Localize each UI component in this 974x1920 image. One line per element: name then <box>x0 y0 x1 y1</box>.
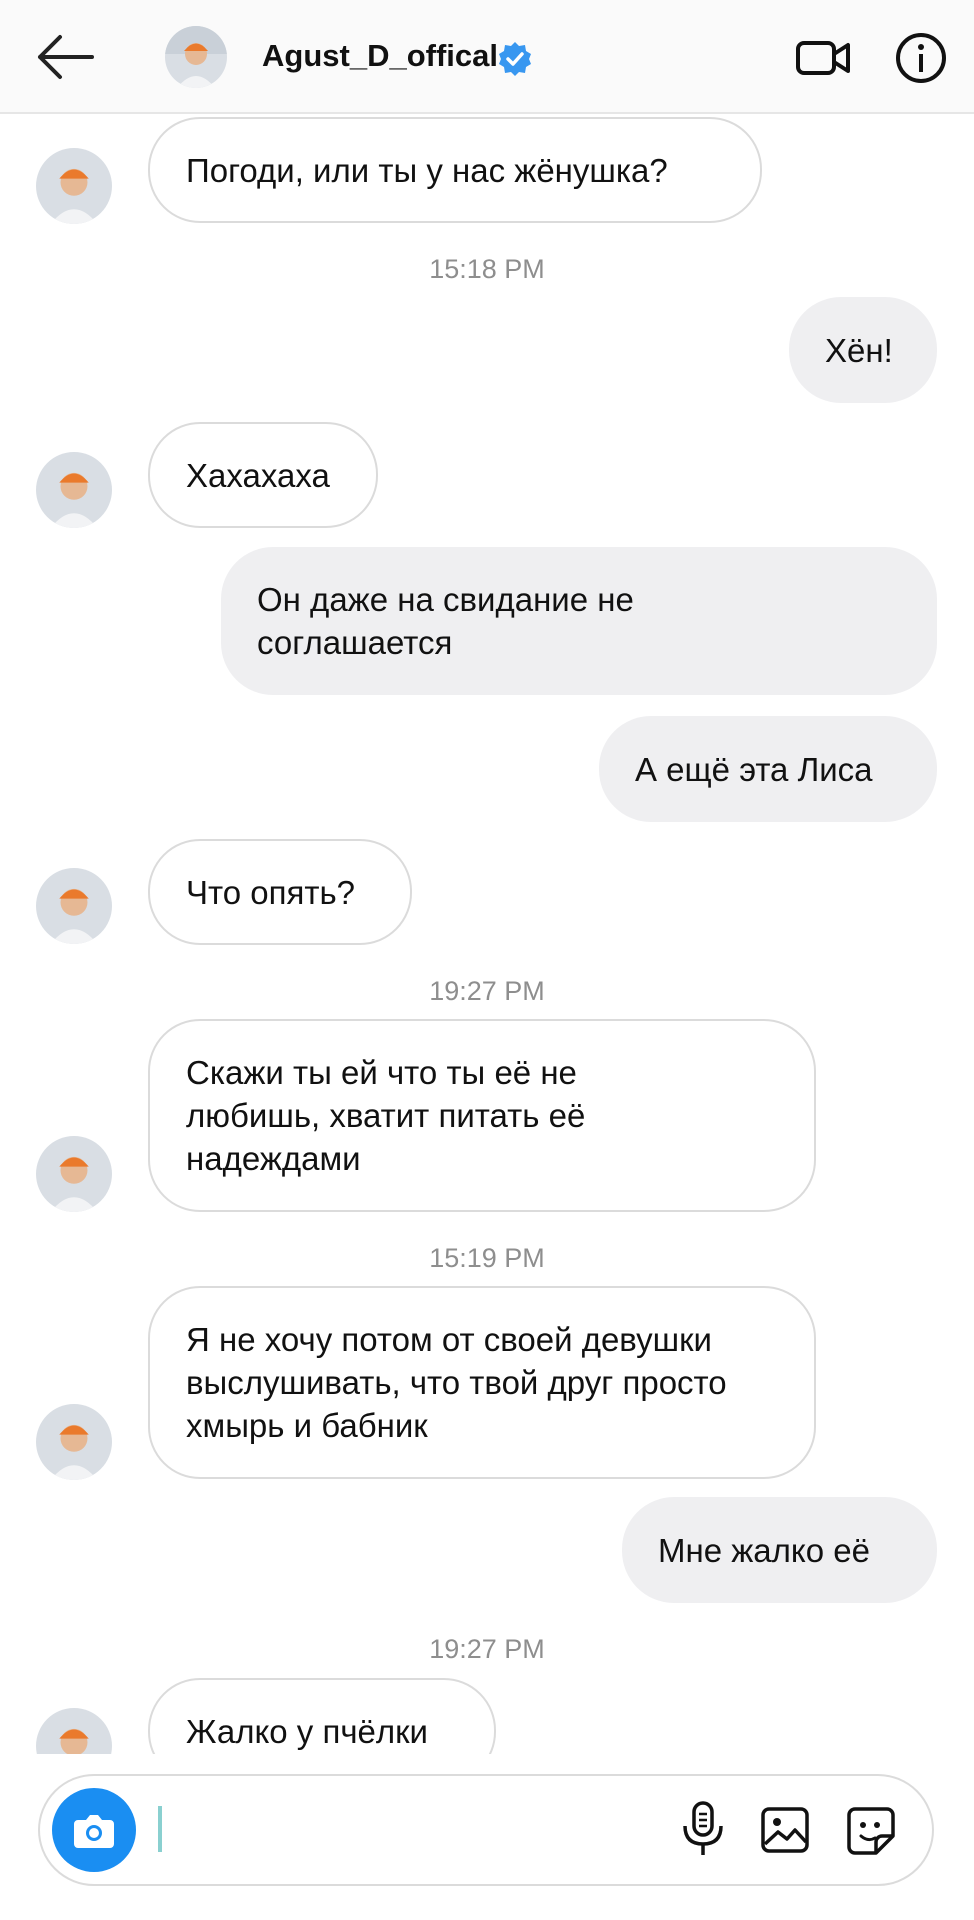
message-bubble-outgoing[interactable]: Он даже на свидание не соглашается <box>221 547 937 695</box>
chat-username[interactable]: Agust_D_offical <box>262 38 498 74</box>
message-text: А ещё эта Лиса <box>635 750 873 788</box>
avatar[interactable] <box>36 1136 112 1212</box>
message-bubble-outgoing[interactable]: А ещё эта Лиса <box>599 716 937 822</box>
arrow-left-icon[interactable] <box>36 34 96 80</box>
message-text: Хён! <box>825 331 893 369</box>
message-text: Я не хочу потом от своей девушки выслуши… <box>186 1321 727 1444</box>
avatar[interactable] <box>36 452 112 528</box>
message-bubble-incoming[interactable]: Что опять? <box>148 839 412 945</box>
message-bubble-incoming[interactable]: Скажи ты ей что ты её не любишь, хватит … <box>148 1019 816 1212</box>
message-text: Скажи ты ей что ты её не любишь, хватит … <box>186 1054 586 1177</box>
microphone-icon[interactable] <box>680 1800 726 1858</box>
message-text: Он даже на свидание не соглашается <box>257 581 634 661</box>
message-bubble-outgoing[interactable]: Хён! <box>789 297 937 403</box>
message-timestamp: 15:19 PM <box>429 1243 545 1273</box>
message-text: Погоди, или ты у нас жёнушка? <box>186 151 668 189</box>
chat-header: Agust_D_offical <box>0 0 974 114</box>
message-timestamp: 19:27 PM <box>429 976 545 1006</box>
camera-icon <box>74 1815 114 1848</box>
message-bubble-outgoing[interactable]: Мне жалко её <box>622 1497 937 1603</box>
avatar[interactable] <box>165 26 227 88</box>
message-input-field[interactable] <box>38 1774 934 1886</box>
message-timestamp: 15:18 PM <box>429 254 545 284</box>
message-text: Что опять? <box>186 873 356 911</box>
message-text: Жалко у пчёлки <box>186 1712 428 1750</box>
message-timestamp: 19:27 PM <box>429 1634 545 1664</box>
video-camera-icon[interactable] <box>795 36 851 80</box>
text-caret <box>158 1806 162 1852</box>
avatar[interactable] <box>36 1404 112 1480</box>
message-bubble-incoming[interactable]: Погоди, или ты у нас жёнушка? <box>148 117 762 223</box>
avatar[interactable] <box>36 868 112 944</box>
message-bubble-incoming[interactable]: Я не хочу потом от своей девушки выслуши… <box>148 1286 816 1479</box>
verified-badge-icon <box>499 42 531 76</box>
sticker-icon[interactable] <box>846 1806 896 1856</box>
gallery-icon[interactable] <box>760 1806 810 1854</box>
info-icon[interactable] <box>895 32 947 84</box>
message-text: Хахахаха <box>186 456 330 494</box>
camera-button[interactable] <box>52 1788 136 1872</box>
message-bubble-incoming[interactable]: Хахахаха <box>148 422 378 528</box>
message-text: Мне жалко её <box>658 1531 870 1569</box>
avatar[interactable] <box>36 148 112 224</box>
